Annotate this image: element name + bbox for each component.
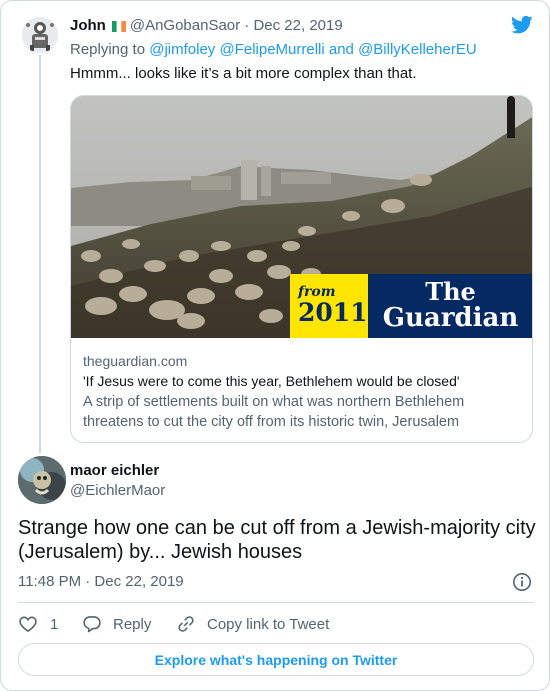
link-title: 'If Jesus were to come this year, Bethle… bbox=[83, 373, 460, 389]
like-count: 1 bbox=[50, 615, 59, 633]
main-author-avatar[interactable] bbox=[18, 456, 66, 504]
copy-link-button[interactable]: Copy link to Tweet bbox=[176, 612, 329, 636]
link-description: A strip of settlements built on what was… bbox=[83, 394, 465, 430]
main-tweet-text: Strange how one can be cut off from a Je… bbox=[18, 517, 536, 563]
reply-author-handle-date[interactable]: @AnGobanSaor · Dec 22, 2019 bbox=[130, 17, 343, 34]
main-author-handle[interactable]: @EichlerMaor bbox=[70, 482, 165, 499]
replying-to-line: Replying to @jimfoley @FelipeMurrelli an… bbox=[70, 41, 477, 58]
reply-icon bbox=[83, 616, 101, 633]
info-icon[interactable] bbox=[512, 572, 532, 592]
reply-tweet-text: Hmmm... looks like it’s a bit more compl… bbox=[70, 65, 417, 82]
replying-to-handles-link[interactable]: @jimfoley @FelipeMurrelli and @BillyKell… bbox=[149, 41, 476, 58]
copy-link-label: Copy link to Tweet bbox=[207, 615, 330, 633]
divider bbox=[18, 602, 534, 603]
explore-button[interactable]: Explore what's happening on Twitter bbox=[18, 643, 534, 676]
link-domain: theguardian.com bbox=[83, 353, 188, 369]
badge-publisher-line1: The bbox=[425, 277, 476, 306]
tweet-embed-card: John @AnGobanSaor · Dec 22, 2019 Replying… bbox=[0, 0, 550, 691]
ireland-flag-icon bbox=[111, 19, 126, 36]
badge-year: 2011 bbox=[298, 298, 368, 327]
publisher-badge: from 2011 The Guardian bbox=[290, 274, 532, 338]
main-author-name[interactable]: maor eichler bbox=[70, 462, 159, 479]
badge-publisher-line2: Guardian bbox=[382, 303, 519, 333]
thread-line bbox=[39, 55, 41, 453]
heart-icon bbox=[19, 616, 37, 633]
replying-to-prefix: Replying to bbox=[70, 41, 146, 58]
reply-author-line[interactable]: John @AnGobanSaor · Dec 22, 2019 bbox=[70, 17, 343, 36]
link-meta: theguardian.com 'If Jesus were to come t… bbox=[83, 352, 523, 432]
reply-button[interactable]: Reply bbox=[82, 612, 151, 636]
article-image: from 2011 The Guardian bbox=[71, 96, 532, 338]
twitter-logo-icon[interactable] bbox=[511, 15, 533, 35]
like-button[interactable]: 1 bbox=[18, 612, 58, 636]
badge-from-label: from bbox=[298, 284, 336, 300]
link-preview-card[interactable]: from 2011 The Guardian theguardian.com '… bbox=[70, 95, 533, 443]
tweet-timestamp[interactable]: 11:48 PM · Dec 22, 2019 bbox=[18, 573, 184, 590]
reply-author-avatar[interactable] bbox=[22, 17, 58, 53]
reply-author-name[interactable]: John bbox=[70, 17, 106, 34]
link-icon bbox=[178, 616, 194, 632]
reply-label: Reply bbox=[113, 615, 152, 633]
